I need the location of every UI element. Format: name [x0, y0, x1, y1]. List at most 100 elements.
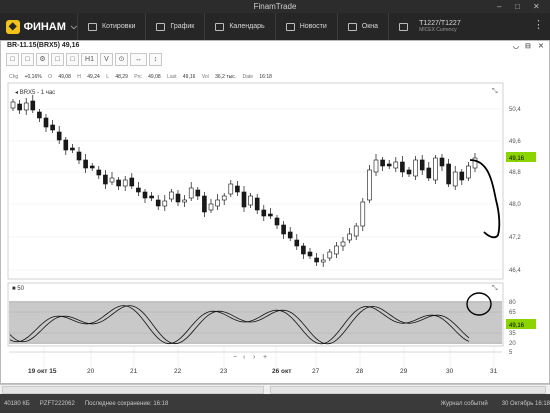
price-tick-label: 49,6: [509, 139, 521, 145]
candle-body: [353, 225, 359, 237]
oscillator-label: ■ 50: [12, 286, 25, 292]
candle-body: [386, 163, 392, 167]
bottom-tab-left[interactable]: [2, 386, 264, 394]
price-tick-label: 48,0: [509, 202, 521, 208]
osc-tick-label: 5: [509, 350, 513, 356]
candle-body: [37, 111, 42, 119]
candle-body: [439, 157, 445, 167]
candle-body: [155, 199, 161, 207]
candle-body: [43, 117, 49, 128]
candle-body: [129, 177, 135, 187]
time-tick-label: 19 окт 15: [28, 368, 57, 375]
candle-body: [228, 183, 234, 195]
candle-body: [426, 167, 432, 179]
candle-body: [320, 259, 326, 263]
candle-body: [162, 200, 168, 207]
candle-body: [294, 239, 300, 247]
event-log-link[interactable]: Журнал событий: [441, 401, 488, 407]
time-tick-label: 27: [312, 368, 320, 375]
time-tick-label: 26 окт: [272, 368, 291, 375]
time-tick-label: 20: [87, 368, 95, 375]
candle-body: [221, 195, 227, 201]
candle-body: [136, 187, 141, 193]
candle-body: [10, 101, 16, 109]
status-balance: 40180 КБ: [4, 400, 30, 407]
candle-body: [334, 245, 339, 255]
candle-body: [23, 102, 29, 111]
candle-body: [327, 251, 333, 259]
bottom-tab-right[interactable]: [270, 386, 546, 394]
candle-body: [446, 163, 451, 185]
candle-body: [50, 124, 55, 131]
candle-body: [30, 100, 36, 111]
candle-body: [241, 191, 247, 208]
candle-body: [17, 103, 22, 111]
candle-body: [235, 185, 240, 193]
candle-body: [380, 159, 385, 167]
candle-body: [406, 169, 412, 175]
osc-tick-label: 35: [509, 331, 516, 337]
zoom-in-button[interactable]: +: [263, 354, 267, 361]
candle-body: [452, 171, 458, 187]
candle-body: [182, 199, 187, 203]
zoom-out-button[interactable]: −: [233, 354, 237, 361]
status-save: Последнее сохранение: 16:18: [84, 400, 169, 407]
candle-body: [169, 191, 174, 200]
candle-body: [248, 195, 253, 206]
candle-body: [393, 161, 399, 169]
price-chart[interactable]: 50,4 49,6 48,8 48,0 47,2 46,4 49,16 80 65 35 20 5 49…: [0, 0, 550, 384]
candle-body: [287, 231, 293, 239]
osc-tick-label: 20: [509, 341, 516, 347]
scroll-right-button[interactable]: ›: [253, 354, 256, 361]
scroll-left-button[interactable]: ‹: [243, 354, 246, 361]
price-tick-label: 47,2: [509, 235, 521, 241]
candle-body: [116, 179, 121, 187]
candle-body: [63, 139, 69, 151]
candle-body: [202, 195, 207, 213]
candle-body: [89, 165, 95, 169]
candle-body: [413, 159, 418, 177]
candle-body: [373, 159, 379, 173]
expand-price-icon[interactable]: ⤡: [492, 88, 498, 95]
time-tick-label: 21: [130, 368, 138, 375]
candle-body: [103, 174, 108, 185]
candle-body: [109, 177, 115, 183]
status-datetime: 30 Октябрь 16:18: [501, 400, 550, 407]
time-tick-label: 23: [220, 368, 228, 375]
candle-body: [301, 245, 306, 255]
candle-body: [268, 213, 273, 217]
candle-body: [307, 251, 313, 257]
candle-body: [149, 195, 154, 199]
candle-body: [175, 193, 181, 203]
osc-tick-label: 80: [509, 300, 516, 306]
candle-body: [83, 159, 88, 169]
candle-body: [208, 203, 214, 211]
time-tick-label: 31: [490, 368, 498, 375]
bottom-tabs: [0, 384, 550, 394]
price-tick-label: 46,4: [509, 268, 521, 274]
last-price-tag-text: 49,16: [509, 156, 525, 162]
candle-body: [340, 241, 346, 247]
candle-body: [274, 217, 280, 226]
osc-tick-label: 65: [509, 310, 516, 316]
candle-body: [459, 171, 465, 181]
candle-body: [419, 159, 425, 171]
expand-oscillator-icon[interactable]: ⤡: [492, 285, 498, 292]
series-label: ◂ BRX5 - 1 час: [15, 90, 55, 96]
candle-body: [122, 179, 128, 187]
candle-body: [347, 233, 352, 241]
status-bar: 40180 КБ PZFT222062 Последнее сохранение…: [0, 394, 550, 413]
price-tick-label: 50,4: [509, 107, 521, 113]
candle-body: [466, 165, 471, 179]
candle-body: [433, 157, 438, 181]
candle-body: [142, 191, 148, 199]
chart-nav-controls: − ‹ › +: [233, 354, 267, 361]
candle-body: [281, 224, 286, 235]
time-tick-label: 29: [400, 368, 408, 375]
price-tick-label: 48,8: [509, 170, 521, 176]
candle-body: [261, 209, 267, 217]
candle-body: [215, 199, 220, 207]
candle-body: [195, 189, 201, 197]
candle-body: [254, 197, 260, 211]
time-tick-label: 22: [174, 368, 182, 375]
